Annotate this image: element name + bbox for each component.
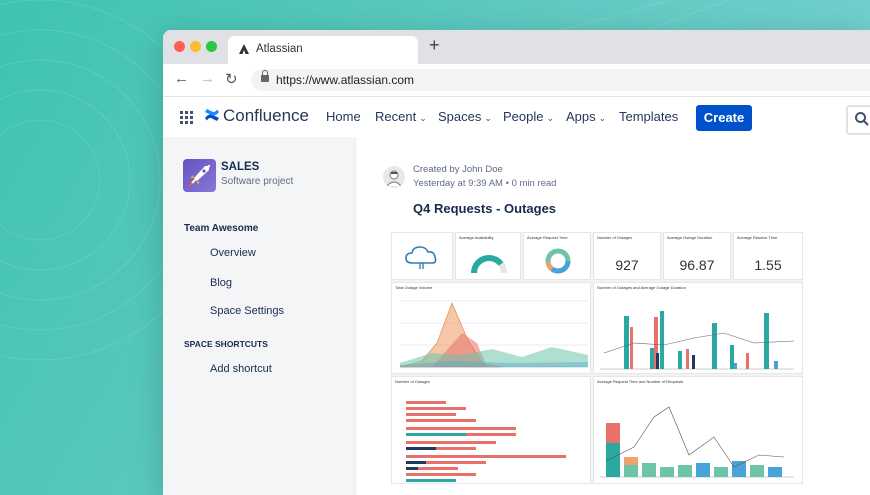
panel-title: Average Request Time and Number of Reque… [597, 379, 684, 384]
kpi-card: Number of Outages 927 [593, 232, 661, 280]
chevron-down-icon: ⌄ [419, 113, 427, 123]
address-bar: ← → ↻ https://www.atlassian.com [163, 64, 870, 97]
cloud-logo-panel [391, 232, 453, 280]
bar-line-chart [600, 311, 795, 370]
space-avatar[interactable] [183, 159, 216, 192]
sidebar-item-space-settings[interactable]: Space Settings [210, 305, 284, 317]
nav-apps[interactable]: Apps ⌄ [566, 109, 606, 124]
nav-spaces[interactable]: Spaces ⌄ [438, 109, 492, 124]
kpi-label: Average Outage Duration [667, 235, 713, 240]
area-chart-panel: Total Outage Volume [391, 282, 591, 374]
panel-title: Number of Outages and Average Outage Dur… [597, 285, 686, 290]
create-button[interactable]: Create [696, 105, 752, 131]
donut-label: Average Request Time [527, 235, 568, 240]
team-heading: Team Awesome [184, 223, 259, 234]
stacked-bar-panel: Average Request Time and Number of Reque… [593, 376, 803, 484]
kpi-card: Average Outage Duration 96.87 [663, 232, 731, 280]
gauge-label: Average Availability [459, 235, 494, 240]
read-time: 0 min read [511, 178, 557, 189]
page-content: Created by John Doe Yesterday at 9:39 AM… [356, 137, 870, 495]
user-icon [386, 170, 402, 187]
minimize-window-button[interactable] [190, 41, 201, 52]
space-sidebar: SALES Software project Team Awesome Over… [163, 137, 356, 495]
chevron-down-icon: ⌄ [546, 113, 555, 123]
kpi-label: Number of Outages [597, 235, 632, 240]
gauge-chart [471, 255, 507, 274]
new-tab-button[interactable]: + [429, 35, 440, 56]
author-avatar[interactable] [383, 166, 405, 188]
kpi-value: 96.87 [679, 257, 715, 273]
back-arrow-icon[interactable]: ← [174, 70, 189, 87]
timestamp: Yesterday at 9:39 AM [413, 178, 503, 189]
tab-title: Atlassian [256, 43, 303, 55]
nav-home[interactable]: Home [326, 109, 361, 124]
area-chart [399, 300, 588, 368]
chevron-down-icon: ⌄ [598, 113, 607, 123]
maximize-window-button[interactable] [206, 41, 217, 52]
forward-arrow-icon[interactable]: → [200, 70, 215, 87]
stacked-bar-chart [600, 406, 794, 478]
chevron-down-icon: ⌄ [484, 113, 492, 123]
kpi-value: 1.55 [754, 257, 782, 273]
bullet-separator: • [505, 178, 509, 189]
confluence-nav: Confluence Home Recent ⌄ Spaces ⌄ People ⌄ … [163, 97, 870, 138]
browser-window: Atlassian + ← → ↻ https://www.atlassian.… [163, 30, 870, 495]
search-button[interactable] [846, 105, 870, 135]
shortcuts-heading: SPACE SHORTCUTS [184, 339, 268, 349]
dashboard-image: Average Availability Average Request Tim… [391, 232, 803, 484]
donut-panel-request-time: Average Request Time [523, 232, 591, 280]
search-icon [855, 112, 869, 126]
url-text: https://www.atlassian.com [276, 73, 415, 87]
sidebar-item-overview[interactable]: Overview [210, 247, 256, 259]
kpi-card: Average Resolve Time 1.55 [733, 232, 803, 280]
panel-title: Number of Outages [395, 379, 430, 384]
close-window-button[interactable] [174, 41, 185, 52]
donut-chart [545, 248, 571, 274]
gauge-panel-availability: Average Availability [455, 232, 521, 280]
confluence-logo-icon [205, 109, 219, 121]
url-field[interactable]: https://www.atlassian.com [251, 69, 870, 91]
sidebar-item-blog[interactable]: Blog [210, 277, 232, 289]
lock-icon [261, 70, 269, 82]
tab-bar: Atlassian + [163, 30, 870, 64]
horizontal-bar-chart [406, 401, 566, 482]
rocket-icon [188, 164, 211, 187]
browser-tab[interactable]: Atlassian [228, 36, 418, 64]
page-title: Q4 Requests - Outages [413, 201, 557, 216]
add-shortcut-link[interactable]: Add shortcut [210, 363, 272, 375]
nav-people[interactable]: People ⌄ [503, 109, 554, 124]
app-switcher-icon[interactable] [180, 111, 193, 124]
page-meta: Yesterday at 9:39 AM • 0 min read [413, 178, 556, 189]
brand-name[interactable]: Confluence [223, 106, 309, 126]
horizontal-bar-panel: Number of Outages [391, 376, 591, 484]
kpi-value: 927 [615, 257, 639, 273]
space-name[interactable]: SALES [221, 161, 259, 173]
panel-title: Total Outage Volume [395, 285, 433, 290]
space-type: Software project [221, 176, 294, 187]
nav-recent[interactable]: Recent ⌄ [375, 109, 427, 124]
atlassian-logo-icon [239, 44, 249, 54]
cloud-icon [405, 246, 437, 269]
reload-icon[interactable]: ↻ [225, 70, 238, 88]
kpi-label: Average Resolve Time [737, 235, 778, 240]
nav-templates[interactable]: Templates [619, 109, 678, 124]
created-by: Created by John Doe [413, 164, 503, 175]
combo-chart-panel: Number of Outages and Average Outage Dur… [593, 282, 803, 374]
